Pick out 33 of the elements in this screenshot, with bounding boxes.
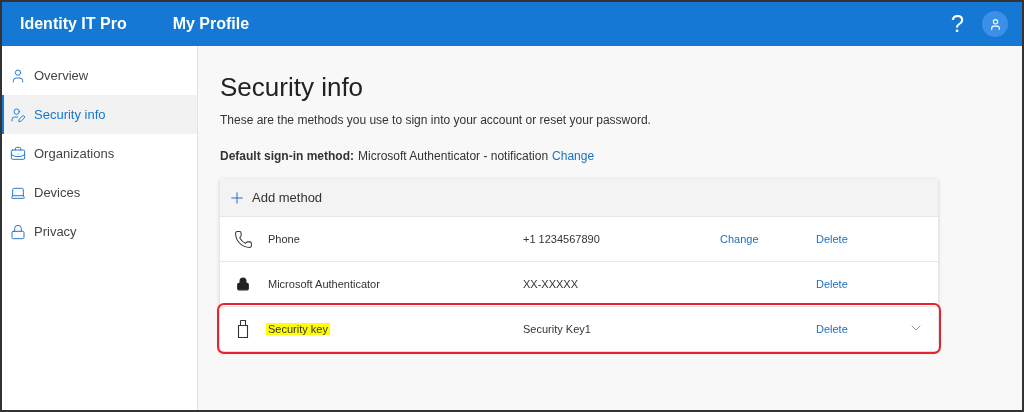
sidebar-item[interactable]: Overview [2,56,197,95]
delete-link[interactable]: Delete [816,278,848,290]
method-name: Microsoft Authenticator [267,278,381,290]
method-name: Security key [266,323,330,335]
default-method-label: Default sign-in method: [220,149,354,163]
lock-icon [236,277,250,291]
change-link[interactable]: Change [552,149,595,163]
sidebar-item[interactable]: Devices [2,173,197,212]
app-title: My Profile [172,15,250,33]
sidebar-item-icon [10,67,26,84]
help-icon[interactable]: ? [950,10,964,38]
sidebar-item-icon [10,223,26,240]
change-link[interactable]: Change [720,233,759,245]
sidebar-item[interactable]: Organizations [2,134,197,173]
avatar-button[interactable] [982,11,1008,37]
phone-icon [233,229,253,249]
delete-link[interactable]: Delete [816,323,848,335]
person-icon [988,17,1002,31]
add-method-button[interactable]: Add method [220,179,938,216]
usb-key-icon [237,319,249,339]
sidebar-item-icon [10,106,26,123]
method-detail: XX-XXXXX [523,278,580,290]
page-description: These are the methods you use to sign into your account or reset your password. [220,113,652,127]
method-name: Phone [267,233,301,245]
org-name: Identity IT Pro [20,15,127,33]
delete-link[interactable]: Delete [816,233,848,245]
page-title: Security info [220,72,365,103]
sidebar-item[interactable]: Security info [2,95,197,134]
sidebar-item[interactable]: Privacy [2,212,197,251]
method-detail: Security Key1 [523,323,592,335]
method-detail: +1 1234567890 [523,233,601,245]
default-method-value: Microsoft Authenticator - notification [358,149,549,163]
sidebar-item-icon [10,145,26,162]
